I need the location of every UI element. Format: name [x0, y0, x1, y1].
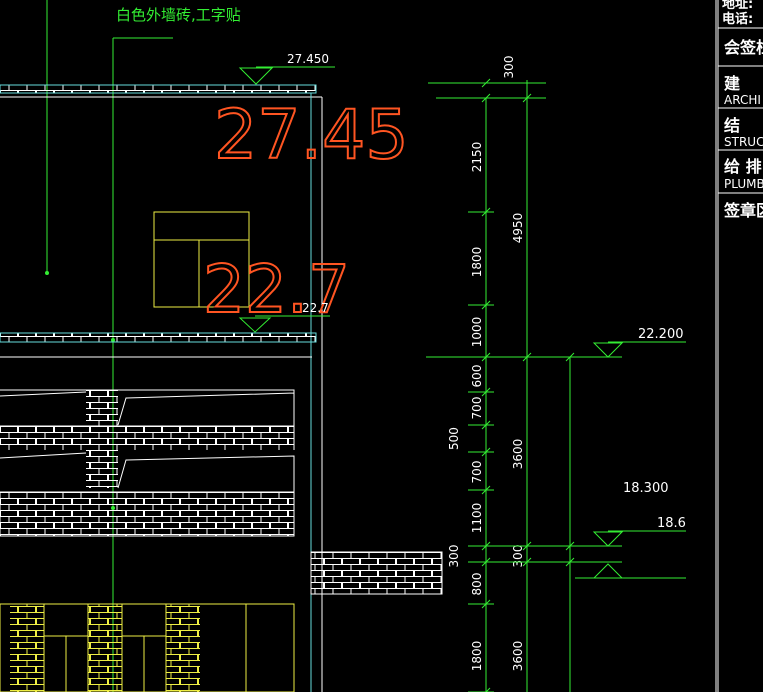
title-plumb-cn: 给 排 — [724, 157, 762, 176]
title-seal: 签章区 — [723, 201, 763, 220]
roof-parapet — [0, 84, 323, 692]
dim-label-outer: 3600 — [511, 641, 525, 672]
facade-brick-wall — [0, 389, 295, 537]
title-plumb-en: PLUMB — [724, 177, 763, 191]
elevation-text-18300: 18.300 — [623, 481, 669, 496]
title-addr: 地址: — [722, 0, 753, 12]
title-arch-cn: 建 — [724, 74, 740, 93]
elevation-big-top: 27.45 — [214, 96, 409, 175]
title-countersign: 会签栏 — [724, 38, 763, 57]
dim-label-inner: 300 — [502, 56, 516, 79]
lower-storey — [0, 603, 295, 692]
elevation-text-18600: 18.6 — [657, 516, 686, 531]
dim-label-inner: 700 — [470, 397, 484, 420]
dim-label-inner: 300 — [447, 545, 461, 568]
elevation-mark-top: 27.450 — [238, 52, 335, 85]
dim-label-outer: 300 — [511, 545, 525, 568]
dimension-chain-inner: 300 2150 1800 1000 600 700 700 1100 300 800 1800 — [447, 56, 516, 692]
cad-drawing-canvas[interactable]: 白色外墙砖,工字贴 27.450 27.45 22.7 22.7 3002150… — [0, 0, 763, 692]
elevation-text-mid: 22.7 — [302, 301, 329, 315]
dim-label-outer: 3600 — [511, 439, 525, 470]
title-struct-en: STRUC — [724, 135, 763, 149]
elevation-text-22200: 22.200 — [638, 327, 684, 342]
dim-label-inner: 700 — [470, 461, 484, 484]
dim-label-outer: 4950 — [511, 213, 525, 244]
dimension-chain-outer: 4950 3600 300 3600 — [509, 80, 578, 692]
leader-annotation: 白色外墙砖,工字贴 — [45, 0, 241, 692]
dim-label-inner: 1000 — [470, 317, 484, 348]
title-struct-cn: 结 — [723, 116, 740, 135]
floor-band-22 — [0, 332, 317, 358]
dim-label-inner: 1100 — [470, 503, 484, 534]
dim-label-500: 500 — [447, 427, 461, 450]
elevation-mark-18600: 18.6 — [592, 516, 686, 579]
material-label: 白色外墙砖,工字贴 — [116, 6, 241, 24]
elevation-mark-22200: 22.200 — [592, 327, 686, 358]
dim-label-inner: 1800 — [470, 641, 484, 672]
side-brick-block — [310, 551, 443, 595]
title-arch-en: ARCHI — [724, 93, 761, 107]
dim-label-inner: 2150 — [470, 142, 484, 173]
dim-label-inner: 1800 — [470, 247, 484, 278]
title-block: 地址: 电话: 会签栏 建 ARCHI 结 STRUC 给 排 PLUMB 签章… — [715, 0, 763, 692]
elevation-text-top: 27.450 — [287, 52, 329, 66]
dim-label-inner: 800 — [470, 573, 484, 596]
dim-label-inner: 600 — [470, 365, 484, 388]
title-phone: 电话: — [722, 11, 753, 27]
